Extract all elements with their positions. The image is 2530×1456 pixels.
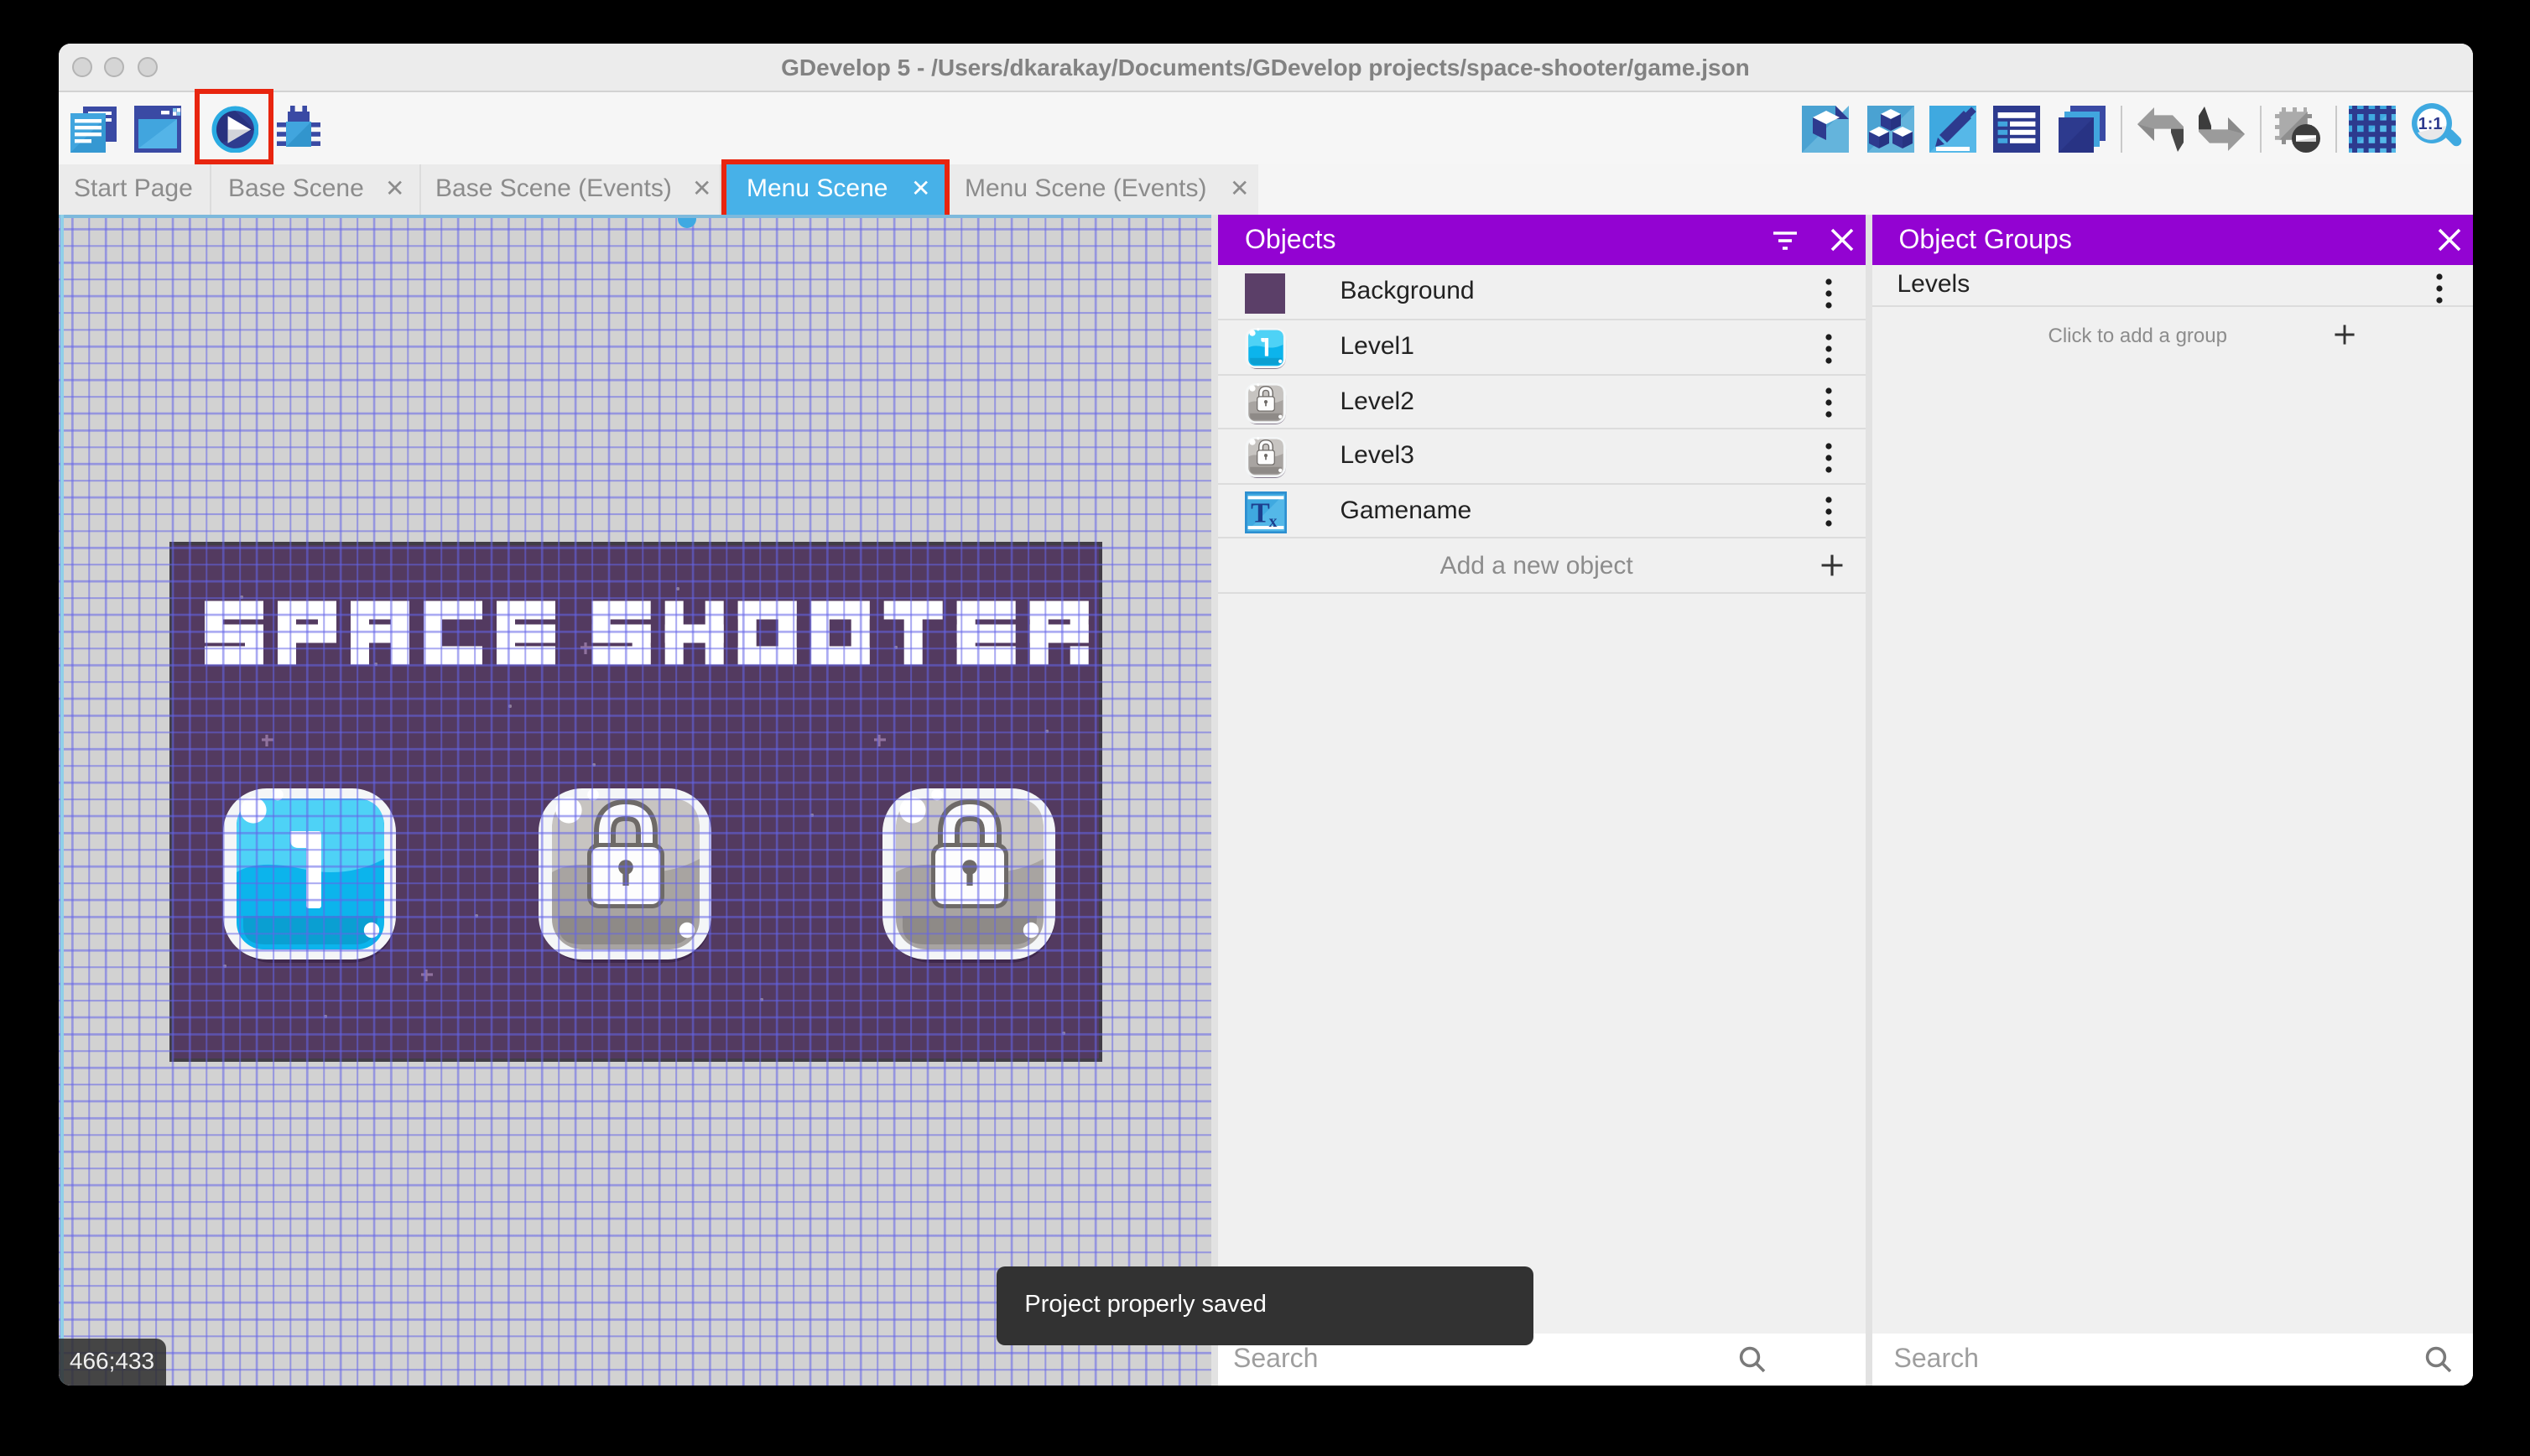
- svg-text:1:1: 1:1: [2418, 115, 2442, 133]
- svg-text:T: T: [1250, 497, 1269, 528]
- svg-text:x: x: [1268, 512, 1277, 530]
